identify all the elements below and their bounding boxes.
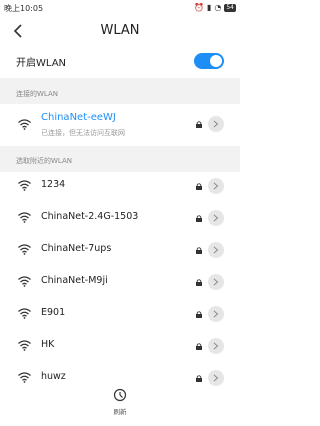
lock-icon (196, 311, 202, 318)
wifi-icon (18, 308, 31, 319)
wifi-icon (18, 276, 31, 287)
signal-icon: ▮ (206, 3, 212, 12)
network-details-button[interactable] (208, 306, 224, 322)
wlan-toggle-row[interactable]: 开启WLAN (0, 48, 240, 74)
network-ssid: E901 (41, 307, 66, 318)
wifi-status-icon: ◔ (214, 3, 222, 12)
wlan-toggle-label: 开启WLAN (16, 58, 67, 69)
nearby-section-header: 选取附近的WLAN (0, 146, 240, 172)
network-row[interactable]: E901 (0, 298, 240, 330)
network-status: 已连接，但无法访问互联网 (41, 129, 125, 137)
lock-icon (196, 215, 202, 222)
top-bar: WLAN (0, 16, 240, 46)
network-details-button[interactable] (208, 338, 224, 354)
wifi-icon (18, 180, 31, 191)
battery-icon: 54 (224, 3, 236, 12)
network-row[interactable]: ChinaNet-2.4G-1503 (0, 202, 240, 234)
network-ssid: ChinaNet-eeWJ (41, 112, 116, 123)
toggle-knob (210, 55, 222, 67)
network-row[interactable]: ChinaNet-M9ji (0, 266, 240, 298)
refresh-label: 刷新 (113, 408, 127, 416)
network-ssid: huwz (41, 371, 66, 382)
network-ssid: ChinaNet-7ups (41, 243, 112, 254)
status-time: 晚上10:05 (4, 4, 44, 13)
chevron-right-icon (213, 182, 219, 190)
lock-icon (196, 343, 202, 350)
wifi-icon (18, 340, 31, 351)
chevron-right-icon (213, 342, 219, 350)
refresh-button[interactable]: 刷新 (0, 386, 240, 424)
status-bar: 晚上10:05 ⏰ ▮ ◔ 54 (0, 0, 240, 16)
chevron-right-icon (213, 246, 219, 254)
lock-icon (196, 279, 202, 286)
network-ssid: ChinaNet-2.4G-1503 (41, 211, 139, 222)
section-title-connected: 连接的WLAN (16, 90, 59, 98)
status-icons: ⏰ ▮ ◔ 54 (194, 3, 236, 12)
network-row[interactable]: 1234 (0, 170, 240, 202)
connected-network-row[interactable]: ChinaNet-eeWJ 已连接，但无法访问互联网 (0, 104, 240, 144)
network-details-button[interactable] (208, 116, 224, 132)
page-title: WLAN (100, 23, 140, 38)
lock-icon (196, 183, 202, 190)
alarm-icon: ⏰ (194, 3, 204, 12)
chevron-right-icon (213, 120, 219, 128)
network-details-button[interactable] (208, 274, 224, 290)
section-title-nearby: 选取附近的WLAN (16, 157, 73, 165)
network-row[interactable]: HK (0, 330, 240, 362)
refresh-icon (113, 388, 127, 402)
wifi-icon (18, 372, 31, 383)
network-details-button[interactable] (208, 242, 224, 258)
lock-icon (196, 121, 202, 128)
network-ssid: HK (41, 339, 55, 350)
wifi-icon (18, 212, 31, 223)
network-ssid: 1234 (41, 179, 66, 190)
chevron-right-icon (213, 310, 219, 318)
network-ssid: ChinaNet-M9ji (41, 275, 108, 286)
wifi-icon (18, 119, 31, 130)
network-row[interactable]: ChinaNet-7ups (0, 234, 240, 266)
chevron-right-icon (213, 278, 219, 286)
network-details-button[interactable] (208, 370, 224, 386)
wifi-icon (18, 244, 31, 255)
wlan-toggle-switch[interactable] (194, 53, 224, 69)
chevron-right-icon (213, 214, 219, 222)
chevron-right-icon (213, 374, 219, 382)
connected-section-header: 连接的WLAN (0, 78, 240, 104)
lock-icon (196, 247, 202, 254)
network-details-button[interactable] (208, 210, 224, 226)
network-details-button[interactable] (208, 178, 224, 194)
lock-icon (196, 375, 202, 382)
